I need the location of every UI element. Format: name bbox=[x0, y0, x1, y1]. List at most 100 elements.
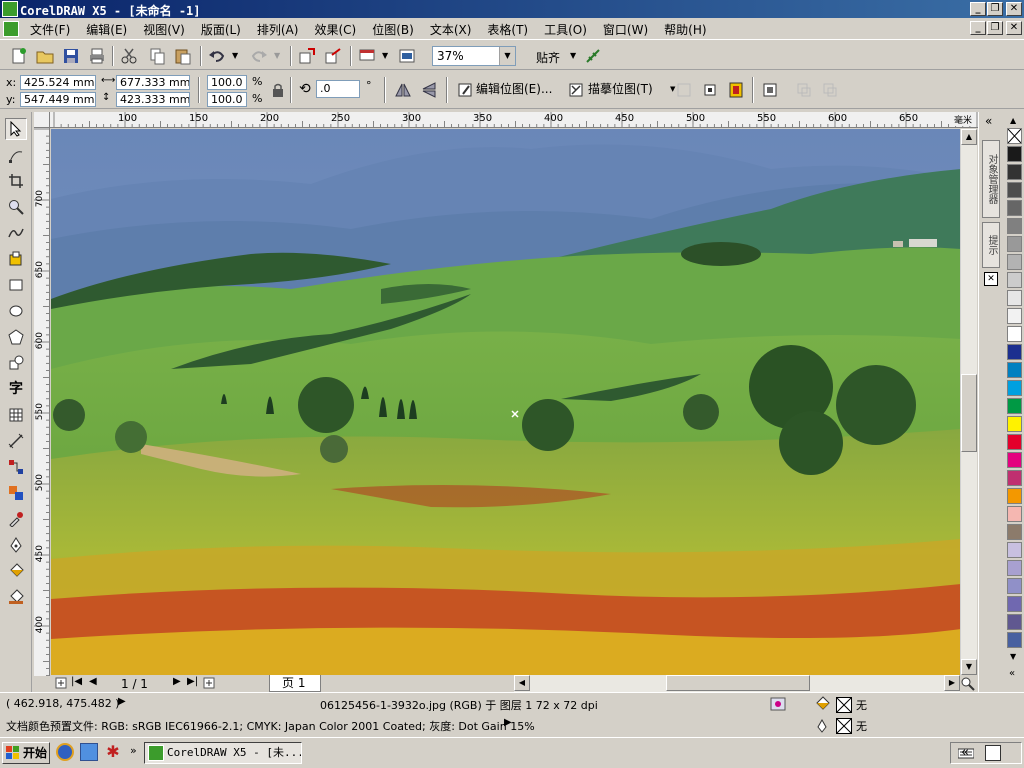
palette-swatch[interactable] bbox=[1007, 506, 1022, 522]
connector-tool[interactable] bbox=[5, 456, 27, 478]
interactive-fill-tool[interactable] bbox=[5, 586, 27, 608]
to-front-icon[interactable] bbox=[796, 82, 812, 98]
redo-icon[interactable] bbox=[250, 47, 268, 65]
save-icon[interactable] bbox=[62, 47, 80, 65]
drawing-canvas[interactable] bbox=[51, 129, 961, 675]
mirror-vertical-icon[interactable] bbox=[421, 82, 437, 98]
paste-icon[interactable] bbox=[174, 47, 192, 65]
minimize-button[interactable]: _ bbox=[970, 2, 986, 16]
previous-page-icon[interactable]: ◀ bbox=[89, 676, 97, 687]
menu-view[interactable]: 视图(V) bbox=[143, 21, 185, 38]
tray-app-icon[interactable] bbox=[985, 745, 1001, 761]
crop-bitmap-icon[interactable] bbox=[676, 82, 692, 98]
palette-swatch[interactable] bbox=[1007, 308, 1022, 324]
palette-swatch[interactable] bbox=[1007, 434, 1022, 450]
close-button[interactable]: ✕ bbox=[1006, 2, 1022, 16]
palette-swatch[interactable] bbox=[1007, 470, 1022, 486]
horizontal-scrollbar[interactable]: ◀ ▶ bbox=[514, 675, 960, 692]
palette-swatch[interactable] bbox=[1007, 416, 1022, 432]
palette-swatch[interactable] bbox=[1007, 218, 1022, 234]
open-folder-icon[interactable] bbox=[36, 47, 54, 65]
add-page-icon[interactable] bbox=[203, 677, 215, 689]
palette-swatch[interactable] bbox=[1007, 524, 1022, 540]
zoom-tool[interactable] bbox=[5, 196, 27, 218]
palette-swatch[interactable] bbox=[1007, 542, 1022, 558]
vertical-ruler[interactable]: 700 650 600 550 500 450 400 bbox=[34, 128, 50, 676]
text-tool[interactable]: 字 bbox=[5, 377, 27, 399]
navigator-zoom-icon[interactable] bbox=[960, 676, 975, 691]
palette-expand-icon[interactable]: « bbox=[1009, 668, 1015, 679]
options-icon[interactable] bbox=[584, 47, 602, 65]
palette-swatch[interactable] bbox=[1007, 578, 1022, 594]
snap-to-label[interactable]: 贴齐 bbox=[536, 49, 560, 66]
outline-pen-tool[interactable] bbox=[5, 534, 27, 556]
vertical-scrollbar[interactable]: ▲ ▼ bbox=[960, 129, 977, 675]
palette-scroll-down-icon[interactable]: ▼ bbox=[1010, 652, 1016, 661]
y-position-field[interactable]: 547.449 mm bbox=[20, 92, 96, 107]
menu-file[interactable]: 文件(F) bbox=[30, 21, 70, 38]
smart-fill-tool[interactable] bbox=[5, 248, 27, 270]
hints-tab[interactable]: 提示 bbox=[982, 222, 1000, 268]
trace-bitmap-icon[interactable] bbox=[568, 82, 584, 98]
palette-scroll-up-icon[interactable]: ▲ bbox=[1010, 116, 1016, 125]
zoom-dropdown-icon[interactable]: ▼ bbox=[499, 47, 515, 65]
profile-expand-icon[interactable]: ▶ bbox=[504, 717, 512, 728]
scroll-up-arrow-icon[interactable]: ▲ bbox=[961, 129, 977, 145]
new-document-icon[interactable] bbox=[10, 47, 28, 65]
launcher-dropdown-icon[interactable]: ▼ bbox=[382, 51, 388, 60]
vertical-scroll-thumb[interactable] bbox=[961, 374, 977, 452]
palette-swatch[interactable] bbox=[1007, 146, 1022, 162]
scroll-left-arrow-icon[interactable]: ◀ bbox=[514, 675, 530, 691]
doc-restore-button[interactable]: ❐ bbox=[987, 21, 1003, 35]
palette-swatch[interactable] bbox=[1007, 182, 1022, 198]
import-icon[interactable] bbox=[298, 47, 316, 65]
menu-table[interactable]: 表格(T) bbox=[487, 21, 528, 38]
to-back-icon[interactable] bbox=[822, 82, 838, 98]
ellipse-tool[interactable] bbox=[5, 300, 27, 322]
x-position-field[interactable]: 425.524 mm bbox=[20, 75, 96, 90]
landscape-bitmap-image[interactable] bbox=[51, 129, 961, 675]
welcome-screen-icon[interactable] bbox=[398, 47, 416, 65]
eyedropper-tool[interactable] bbox=[5, 508, 27, 530]
cut-icon[interactable] bbox=[120, 47, 138, 65]
freehand-tool[interactable] bbox=[5, 222, 27, 244]
menu-help[interactable]: 帮助(H) bbox=[664, 21, 706, 38]
fill-none-swatch[interactable] bbox=[836, 697, 852, 713]
menu-text[interactable]: 文本(X) bbox=[430, 21, 472, 38]
dimension-tool[interactable] bbox=[5, 430, 27, 452]
palette-swatch[interactable] bbox=[1007, 560, 1022, 576]
print-icon[interactable] bbox=[88, 47, 106, 65]
menu-edit[interactable]: 编辑(E) bbox=[86, 21, 127, 38]
last-page-icon[interactable]: ▶| bbox=[187, 676, 198, 687]
height-field[interactable]: 423.333 mm bbox=[116, 92, 190, 107]
object-manager-tab[interactable]: 对象管理器 bbox=[982, 140, 1000, 218]
palette-swatch[interactable] bbox=[1007, 398, 1022, 414]
redo-dropdown-icon[interactable]: ▼ bbox=[274, 51, 280, 60]
export-icon[interactable] bbox=[324, 47, 342, 65]
blend-tool[interactable] bbox=[5, 482, 27, 504]
lock-ratio-icon[interactable] bbox=[272, 83, 284, 97]
browser-icon[interactable] bbox=[80, 743, 98, 761]
menu-layout[interactable]: 版面(L) bbox=[201, 21, 241, 38]
outline-none-swatch[interactable] bbox=[836, 718, 852, 734]
table-tool[interactable] bbox=[5, 404, 27, 426]
maximize-button[interactable]: ❐ bbox=[987, 2, 1003, 16]
horizontal-ruler[interactable]: 100 150 200 250 300 350 400 450 500 550 … bbox=[50, 112, 978, 128]
basic-shapes-tool[interactable] bbox=[5, 352, 27, 374]
application-launcher-icon[interactable] bbox=[358, 47, 376, 65]
ruler-origin[interactable] bbox=[34, 112, 50, 128]
snap-dropdown-icon[interactable]: ▼ bbox=[570, 51, 576, 60]
palette-swatch[interactable] bbox=[1007, 362, 1022, 378]
doc-close-button[interactable]: ✕ bbox=[1006, 21, 1022, 35]
insert-page-icon[interactable] bbox=[55, 677, 67, 689]
palette-swatch[interactable] bbox=[1007, 272, 1022, 288]
palette-swatch[interactable] bbox=[1007, 632, 1022, 648]
doc-minimize-button[interactable]: _ bbox=[970, 21, 986, 35]
trace-dropdown-icon[interactable]: ▼ bbox=[670, 85, 675, 93]
palette-swatch[interactable] bbox=[1007, 380, 1022, 396]
docker-collapse-icon[interactable]: « bbox=[985, 114, 992, 128]
rectangle-tool[interactable] bbox=[5, 274, 27, 296]
palette-swatch[interactable] bbox=[1007, 488, 1022, 504]
docker-close-icon[interactable]: ✕ bbox=[984, 272, 998, 286]
color-proof-icon[interactable] bbox=[770, 697, 786, 711]
